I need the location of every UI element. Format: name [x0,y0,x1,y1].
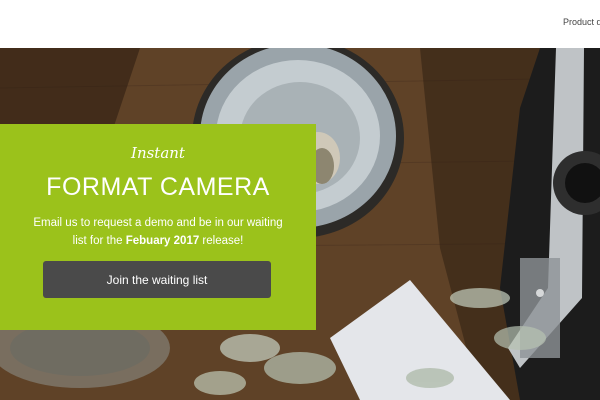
hero-description: Email us to request a demo and be in our… [30,214,286,250]
waiting-list-card: Instant FORMAT CAMERA Email us to reques… [0,124,316,330]
hero-tagline: Instant [131,144,185,162]
hero-title: FORMAT CAMERA [46,173,270,201]
join-waiting-list-button[interactable]: Join the waiting list [43,261,271,298]
top-navigation-bar: Product d [0,0,600,48]
hero-description-end: release! [199,235,244,247]
hero-description-highlight: Febuary 2017 [125,235,200,247]
nav-link-product[interactable]: Product d [563,17,600,27]
